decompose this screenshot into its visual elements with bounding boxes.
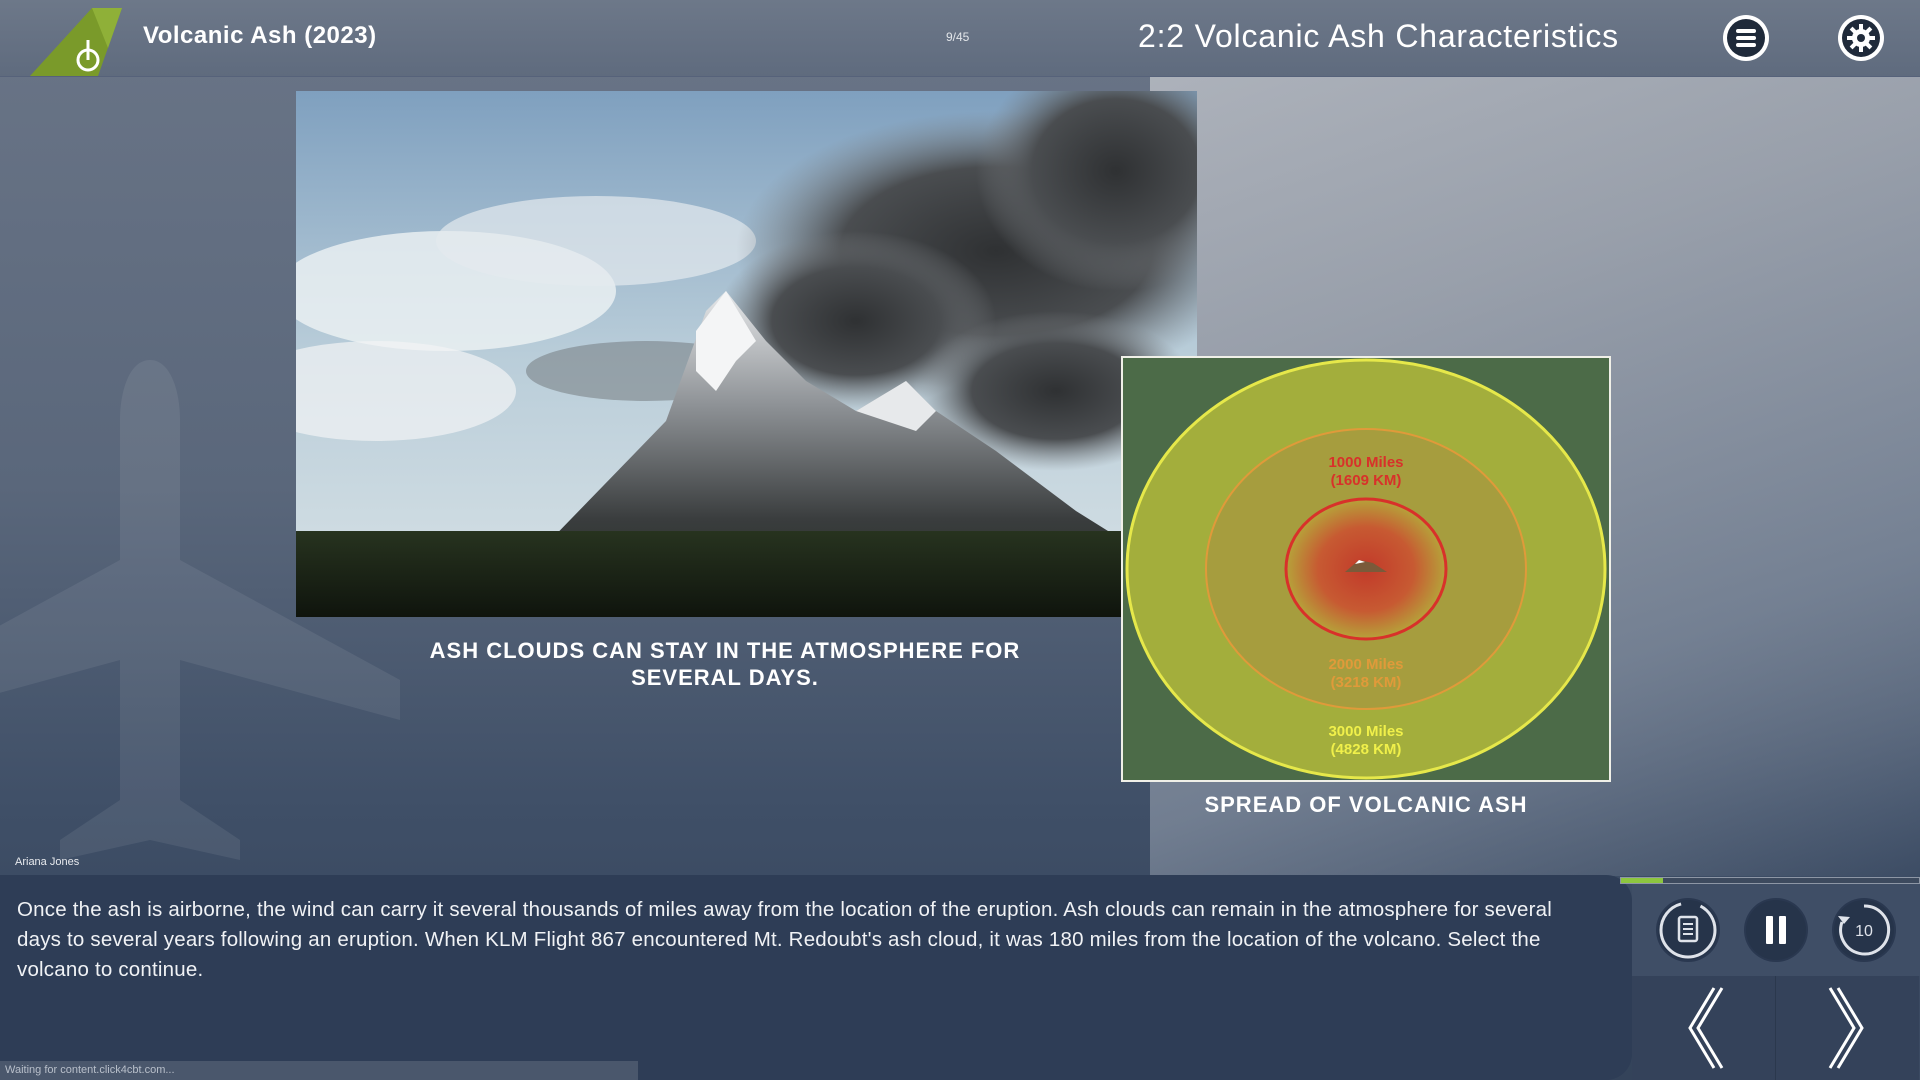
browser-status-bar: Waiting for content.click4cbt.com... — [0, 1061, 638, 1080]
next-button[interactable] — [1776, 976, 1919, 1080]
course-title: Volcanic Ash (2023) — [143, 22, 377, 49]
hamburger-menu-icon — [1725, 17, 1767, 59]
top-bar: Volcanic Ash (2023) 9/45 2:2 Volcanic As… — [0, 0, 1920, 77]
chevron-right-icon — [1828, 987, 1864, 1069]
volcano-image[interactable] — [296, 91, 1197, 617]
ring-1000-label: 1000 Miles — [1328, 454, 1403, 471]
media-controls-row: 10 — [1632, 884, 1920, 976]
chevron-left-icon — [1687, 987, 1723, 1069]
transcript-panel: Once the ash is airborne, the wind can c… — [0, 875, 1632, 1080]
pause-icon — [1766, 916, 1786, 944]
narrator-name: Ariana Jones — [15, 856, 80, 868]
transcript-replay-button[interactable] — [1658, 900, 1718, 960]
page-count: 9/45 — [946, 30, 970, 44]
previous-button[interactable] — [1632, 976, 1776, 1080]
playback-controls: 10 — [1632, 884, 1920, 1080]
map-caption: SPREAD OF VOLCANIC ASH — [1204, 792, 1528, 817]
rewind-10-icon: 10 — [1838, 904, 1891, 956]
progress-bar — [1620, 877, 1920, 884]
progress-fill — [1621, 878, 1663, 883]
transcript-text: Once the ash is airborne, the wind can c… — [17, 898, 1553, 981]
ring-3000-label: 3000 Miles — [1328, 723, 1403, 740]
settings-button[interactable] — [1838, 15, 1884, 61]
ash-spread-map[interactable]: 1000 Miles (1609 KM) 2000 Miles (3218 KM… — [1121, 356, 1611, 782]
gear-icon — [1842, 19, 1880, 57]
airplane-tail-logo — [30, 8, 122, 76]
svg-text:(3218 KM): (3218 KM) — [1331, 674, 1402, 691]
section-title: 2:2 Volcanic Ash Characteristics — [1138, 18, 1619, 54]
rewind-10-button[interactable]: 10 — [1834, 900, 1894, 960]
pause-button[interactable] — [1746, 900, 1806, 960]
volcano-caption: ASH CLOUDS CAN STAY IN THE ATMOSPHERE FO… — [429, 638, 1021, 690]
transcript-replay-icon — [1659, 901, 1717, 959]
svg-text:(4828 KM): (4828 KM) — [1331, 741, 1402, 758]
ring-2000-label: 2000 Miles — [1328, 656, 1403, 673]
svg-text:10: 10 — [1855, 923, 1873, 940]
menu-button[interactable] — [1723, 15, 1769, 61]
svg-text:(1609 KM): (1609 KM) — [1331, 472, 1402, 489]
